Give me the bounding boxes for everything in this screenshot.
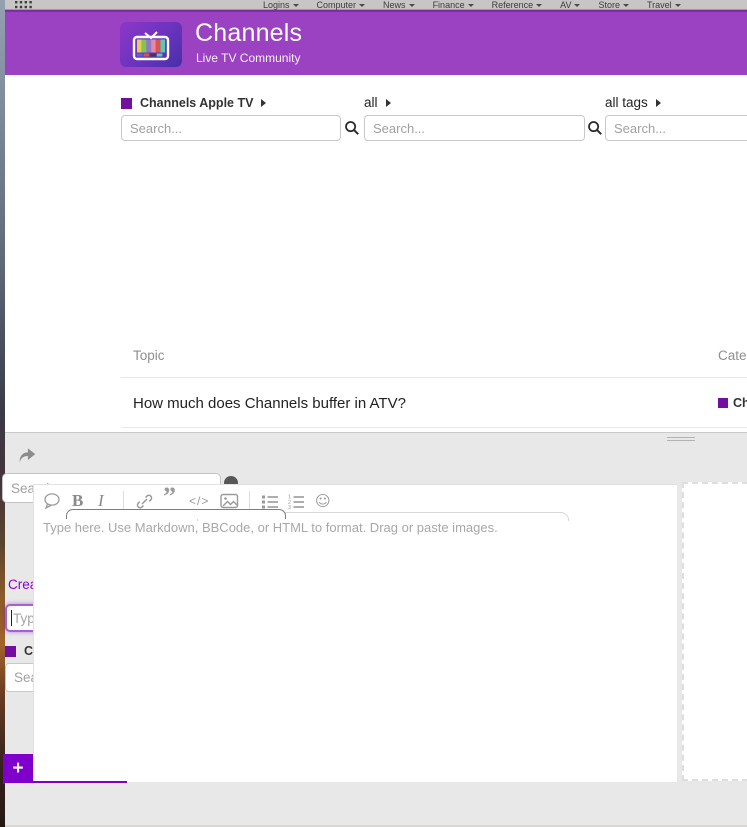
composer-editor: B I ” </> xyxy=(33,484,677,782)
channels-logo[interactable] xyxy=(120,22,182,67)
bookmark-folder-news[interactable]: News xyxy=(383,0,415,10)
level-filter-dropdown[interactable]: all xyxy=(364,95,391,110)
arrow-right-icon xyxy=(386,99,391,107)
reply-arrow-icon xyxy=(17,446,37,465)
search-icon xyxy=(344,120,360,136)
chevron-down-icon xyxy=(536,4,542,7)
site-title[interactable]: Channels xyxy=(195,19,302,48)
composer-panel: Create Type Channels B I xyxy=(5,432,747,783)
level-filter-label: all xyxy=(364,95,378,110)
tags-search-input[interactable] xyxy=(605,115,747,141)
numbered-list-button[interactable]: 123 xyxy=(287,490,305,512)
arrow-right-icon xyxy=(656,99,661,107)
apps-grid-icon[interactable] xyxy=(15,1,33,9)
screen: Logins Computer News Finance Reference A… xyxy=(0,0,747,827)
bookmark-folder-logins[interactable]: Logins xyxy=(263,0,299,10)
toolbar-divider xyxy=(249,491,250,509)
topic-column-header: Topic xyxy=(133,348,165,363)
category-search-input[interactable] xyxy=(121,115,341,141)
bookmark-folder-computer[interactable]: Computer xyxy=(317,0,366,10)
chevron-down-icon xyxy=(675,4,681,7)
category-column-header: Category xyxy=(718,348,747,363)
blockquote-button[interactable]: ” xyxy=(163,490,176,504)
bookmark-folder-av[interactable]: AV xyxy=(560,0,580,10)
toolbar-divider xyxy=(123,491,124,509)
category-color-badge xyxy=(718,398,728,408)
chevron-down-icon xyxy=(574,4,580,7)
bookmark-label: Computer xyxy=(317,0,357,10)
tags-filter-label: all tags xyxy=(605,95,648,110)
arrow-right-icon xyxy=(261,99,266,107)
chevron-down-icon xyxy=(468,4,474,7)
chevron-down-icon xyxy=(359,4,365,7)
footer xyxy=(5,783,747,827)
bookmark-label: Travel xyxy=(647,0,672,10)
category-color-badge xyxy=(5,646,16,657)
bookmark-label: News xyxy=(383,0,406,10)
bookmark-folders: Logins Computer News Finance Reference A… xyxy=(263,0,747,10)
site-subtitle: Live TV Community xyxy=(196,51,300,65)
chevron-down-icon xyxy=(293,4,299,7)
chevron-down-icon xyxy=(409,4,415,7)
site-header: Channels Live TV Community xyxy=(5,10,747,75)
table-header-divider xyxy=(121,377,747,378)
bookmark-label: Finance xyxy=(433,0,465,10)
topic-category-badge[interactable]: Channels xyxy=(718,396,747,410)
bookmark-label: AV xyxy=(560,0,571,10)
bookmark-folder-finance[interactable]: Finance xyxy=(433,0,474,10)
add-button[interactable]: + xyxy=(3,754,33,784)
level-search-input[interactable] xyxy=(364,115,585,141)
background-input-outline-focused xyxy=(66,509,286,519)
emoji-button[interactable]: ☺ xyxy=(315,490,331,512)
editor-textarea[interactable]: Type here. Use Markdown, BBCode, or HTML… xyxy=(43,520,498,535)
bookmark-folder-travel[interactable]: Travel xyxy=(647,0,681,10)
bookmark-label: Logins xyxy=(263,0,290,10)
text-caret xyxy=(11,610,12,626)
composer-drag-handle[interactable] xyxy=(662,434,700,444)
category-color-badge xyxy=(121,98,132,109)
bookmarks-bar: Logins Computer News Finance Reference A… xyxy=(5,0,747,10)
chevron-down-icon xyxy=(623,4,629,7)
topic-category-label: Channels xyxy=(733,396,747,410)
bookmark-folder-reference[interactable]: Reference xyxy=(492,0,543,10)
bookmark-label: Store xyxy=(598,0,620,10)
comment-icon[interactable] xyxy=(43,490,62,512)
category-filter-label: Channels Apple TV xyxy=(140,96,253,110)
bookmark-label: Reference xyxy=(492,0,534,10)
search-icon xyxy=(587,120,603,136)
composer-preview-panel xyxy=(682,482,747,781)
topic-title-link[interactable]: How much does Channels buffer in ATV? xyxy=(133,395,406,412)
svg-text:3: 3 xyxy=(288,505,291,510)
page-content: Channels Apple TV all all tags Topic Cat… xyxy=(5,75,747,432)
tags-filter-dropdown[interactable]: all tags xyxy=(605,95,661,110)
tv-icon xyxy=(127,27,175,63)
table-row-divider xyxy=(121,427,747,428)
category-filter-dropdown[interactable]: Channels Apple TV xyxy=(121,96,266,110)
bookmark-folder-store[interactable]: Store xyxy=(598,0,629,10)
